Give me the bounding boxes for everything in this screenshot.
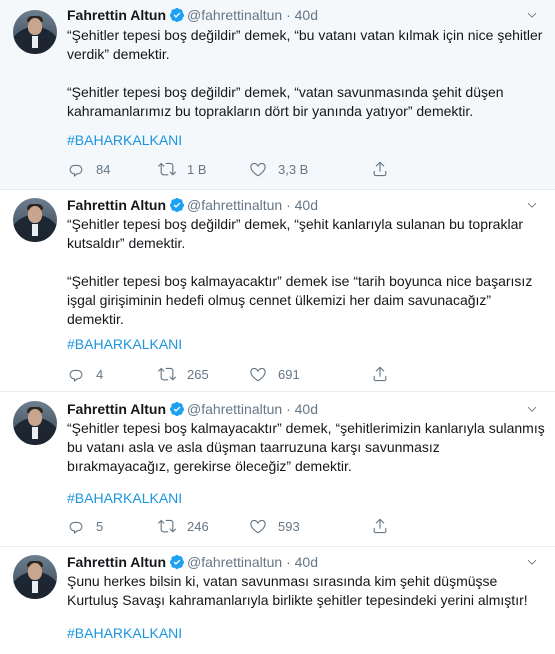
tweet-paragraph: “Şehitler tepesi boş değildir” demek, “v… xyxy=(67,84,504,119)
tweet-header: Fahrettin Altun @fahrettinaltun · 40d xyxy=(67,401,318,417)
retweet-icon xyxy=(158,519,176,533)
tweet-3[interactable]: Fahrettin Altun @fahrettinaltun · 40d “Şe… xyxy=(0,392,555,547)
avatar[interactable] xyxy=(13,10,57,54)
share-icon xyxy=(373,161,387,177)
retweet-count: 265 xyxy=(187,366,209,382)
tweet-text: “Şehitler tepesi boş değildir” demek, “b… xyxy=(67,26,545,121)
like-count: 3,3 B xyxy=(278,161,309,177)
author-handle[interactable]: @fahrettinaltun xyxy=(187,554,282,570)
verified-badge-icon xyxy=(170,197,185,213)
heart-icon xyxy=(250,162,266,177)
heart-icon xyxy=(250,367,266,382)
hashtag-link[interactable]: #BAHARKALKANI xyxy=(67,335,182,354)
author-name[interactable]: Fahrettin Altun xyxy=(67,401,166,417)
tweet-header: Fahrettin Altun @fahrettinaltun · 40d xyxy=(67,197,318,213)
like-button[interactable]: 3,3 B xyxy=(249,159,308,179)
tweet-paragraph: Şunu herkes bilsin ki, vatan savunması s… xyxy=(67,573,528,608)
avatar[interactable] xyxy=(13,198,57,242)
retweet-icon xyxy=(158,367,176,381)
chevron-down-icon[interactable] xyxy=(525,198,539,212)
reply-icon xyxy=(69,521,83,534)
tweet-paragraph: “Şehitler tepesi boş değildir” demek, “b… xyxy=(67,27,543,62)
share-button[interactable] xyxy=(371,516,389,536)
retweet-count: 1 B xyxy=(187,161,207,177)
avatar[interactable] xyxy=(13,555,57,599)
retweet-button[interactable]: 1 B xyxy=(158,159,207,179)
reply-icon xyxy=(69,369,83,382)
retweet-icon xyxy=(158,162,176,176)
verified-badge-icon xyxy=(170,554,185,570)
retweet-button[interactable]: 265 xyxy=(158,364,209,384)
share-icon xyxy=(373,518,387,534)
tweet-paragraph: “Şehitler tepesi boş kalmayacaktır” deme… xyxy=(67,273,533,327)
tweet-paragraph: “Şehitler tepesi boş kalmayacaktır” deme… xyxy=(67,420,545,474)
heart-icon xyxy=(250,519,266,534)
like-button[interactable]: 593 xyxy=(249,516,300,536)
tweet-text: Şunu herkes bilsin ki, vatan savunması s… xyxy=(67,572,545,610)
like-count: 691 xyxy=(278,366,300,382)
chevron-down-icon[interactable] xyxy=(525,8,539,22)
tweet-feed: Fahrettin Altun @fahrettinaltun · 40d “Şe… xyxy=(0,0,555,654)
share-button[interactable] xyxy=(371,159,389,179)
reply-button[interactable]: 5 xyxy=(67,516,103,536)
reply-button[interactable]: 4 xyxy=(67,364,103,384)
author-name[interactable]: Fahrettin Altun xyxy=(67,554,166,570)
retweet-count: 246 xyxy=(187,518,209,534)
tweet-1[interactable]: Fahrettin Altun @fahrettinaltun · 40d “Şe… xyxy=(0,0,555,190)
tweet-timestamp[interactable]: 40d xyxy=(295,7,318,23)
chevron-down-icon[interactable] xyxy=(525,402,539,416)
tweet-header: Fahrettin Altun @fahrettinaltun · 40d xyxy=(67,7,318,23)
tweet-timestamp[interactable]: 40d xyxy=(295,197,318,213)
author-handle[interactable]: @fahrettinaltun xyxy=(187,401,282,417)
tweet-text: “Şehitler tepesi boş kalmayacaktır” deme… xyxy=(67,419,545,476)
reply-button[interactable]: 84 xyxy=(67,159,110,179)
tweet-header: Fahrettin Altun @fahrettinaltun · 40d xyxy=(67,554,318,570)
hashtag-link[interactable]: #BAHARKALKANI xyxy=(67,131,182,150)
reply-icon xyxy=(69,164,83,177)
tweet-actions: 4 265 691 xyxy=(67,364,467,384)
tweet-timestamp[interactable]: 40d xyxy=(295,401,318,417)
tweet-actions: 5 246 593 xyxy=(67,516,467,536)
tweet-paragraph: “Şehitler tepesi boş değildir” demek, “ş… xyxy=(67,216,524,251)
tweet-actions: 84 1 B 3,3 B xyxy=(67,159,467,179)
hashtag-link[interactable]: #BAHARKALKANI xyxy=(67,489,182,508)
like-button[interactable]: 691 xyxy=(249,364,300,384)
hashtag-link[interactable]: #BAHARKALKANI xyxy=(67,624,182,643)
like-count: 593 xyxy=(278,518,300,534)
chevron-down-icon[interactable] xyxy=(525,555,539,569)
retweet-button[interactable]: 246 xyxy=(158,516,209,536)
verified-badge-icon xyxy=(170,7,185,23)
reply-count: 84 xyxy=(96,161,111,177)
verified-badge-icon xyxy=(170,401,185,417)
share-icon xyxy=(373,366,387,382)
avatar[interactable] xyxy=(13,401,57,445)
reply-count: 5 xyxy=(96,518,104,534)
tweet-text: “Şehitler tepesi boş değildir” demek, “ş… xyxy=(67,215,545,329)
tweet-4[interactable]: Fahrettin Altun @fahrettinaltun · 40d Şun… xyxy=(0,547,555,654)
author-name[interactable]: Fahrettin Altun xyxy=(67,7,166,23)
tweet-timestamp[interactable]: 40d xyxy=(295,554,318,570)
author-name[interactable]: Fahrettin Altun xyxy=(67,197,166,213)
author-handle[interactable]: @fahrettinaltun xyxy=(187,7,282,23)
author-handle[interactable]: @fahrettinaltun xyxy=(187,197,282,213)
tweet-2[interactable]: Fahrettin Altun @fahrettinaltun · 40d “Şe… xyxy=(0,190,555,392)
reply-count: 4 xyxy=(96,366,104,382)
share-button[interactable] xyxy=(371,364,389,384)
